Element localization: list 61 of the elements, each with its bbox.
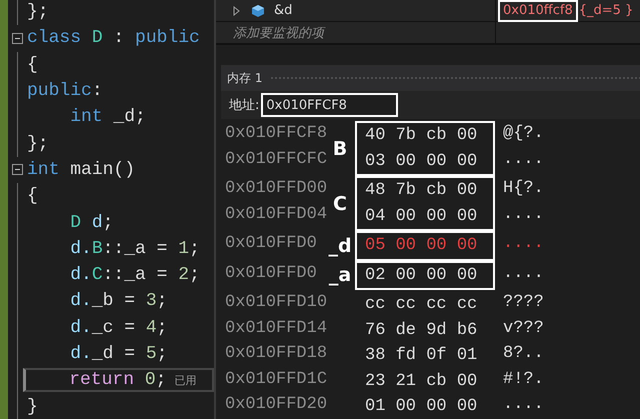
- memory-bytes: cc cc cc cc: [365, 294, 478, 316]
- memory-ascii: ....: [503, 204, 544, 226]
- code-line: };: [27, 2, 49, 22]
- memory-bytes: 76 de 9d b6: [365, 320, 478, 342]
- code-line: public:: [27, 81, 103, 102]
- annotation-label: _a: [328, 264, 352, 286]
- memory-address: 0x010FFD1C: [225, 368, 325, 390]
- memory-bytes: 01 00 00 00: [365, 396, 478, 418]
- memory-address: 0x010FFD18: [225, 343, 325, 365]
- memory-bytes: 48 7b cb 00: [365, 180, 478, 202]
- memory-address: 0x010FFCFC: [225, 148, 325, 170]
- memory-bytes: 05 00 00 00: [365, 235, 478, 257]
- expand-arrow-icon[interactable]: [233, 6, 240, 16]
- memory-bytes: 02 00 00 00: [365, 264, 478, 286]
- annotation-label: C: [333, 192, 347, 214]
- add-watch-placeholder[interactable]: 添加要监视的项: [233, 24, 324, 42]
- memory-ascii: @{?.: [503, 123, 544, 145]
- memory-address: 0x010FFD14: [225, 318, 325, 340]
- code-line: {: [27, 186, 38, 206]
- memory-bytes: 03 00 00 00: [365, 150, 478, 172]
- memory-address: 0x010FFD0: [225, 262, 318, 284]
- memory-ascii: ....: [503, 148, 544, 170]
- code-line: d._b = 3;: [69, 291, 168, 312]
- memory-bytes: 04 00 00 00: [365, 206, 478, 228]
- memory-bytes: 40 7b cb 00: [365, 125, 478, 147]
- memory-bytes: 23 21 cb 00: [365, 370, 478, 392]
- memory-ascii: ....: [503, 233, 544, 255]
- memory-bytes: 38 fd 0f 01: [365, 345, 478, 367]
- memory-ascii: H{?.: [503, 178, 544, 200]
- code-line: }: [27, 396, 38, 417]
- code-line: int _d;: [69, 107, 146, 128]
- memory-address: 0x010FFD10: [225, 292, 325, 314]
- code-line: D d;: [69, 212, 114, 233]
- address-label: 地址:: [229, 97, 260, 114]
- memory-ascii: ????: [503, 292, 544, 314]
- watch-value: 0x010ffcf8: [498, 0, 578, 22]
- memory-address: 0x010FFD20: [225, 394, 325, 416]
- watch-name: &d: [274, 3, 292, 18]
- memory-address: 0x010FFD0: [225, 233, 318, 255]
- memory-address: 0x010FFD04: [225, 204, 325, 226]
- code-line: d._d = 5;: [69, 344, 168, 364]
- memory-ascii: v???: [503, 318, 544, 340]
- address-field[interactable]: 0x010FFCF8: [261, 93, 398, 117]
- watch-detail: {_d=5 }: [578, 3, 634, 18]
- code-line: int main(): [27, 160, 136, 180]
- memory-address: 0x010FFD00: [225, 178, 325, 200]
- code-line: d.B::_a = 1;: [69, 238, 200, 259]
- panel-title: 内存 1: [227, 70, 262, 86]
- memory-ascii: ....: [503, 394, 544, 416]
- code-line: d.C::_a = 2;: [69, 265, 200, 286]
- code-line: d._c = 4;: [69, 318, 168, 338]
- code-line: };: [27, 134, 49, 154]
- annotation-label: B: [332, 138, 348, 160]
- code-line: class D : public: [27, 28, 200, 48]
- annotation-label: _d: [328, 234, 352, 257]
- code-line: {: [27, 54, 38, 75]
- memory-ascii: ....: [503, 262, 544, 284]
- memory-ascii: #!?.: [503, 368, 544, 390]
- cube-icon: [250, 4, 266, 18]
- memory-ascii: 8?..: [503, 343, 544, 365]
- memory-address: 0x010FFCF8: [225, 123, 325, 145]
